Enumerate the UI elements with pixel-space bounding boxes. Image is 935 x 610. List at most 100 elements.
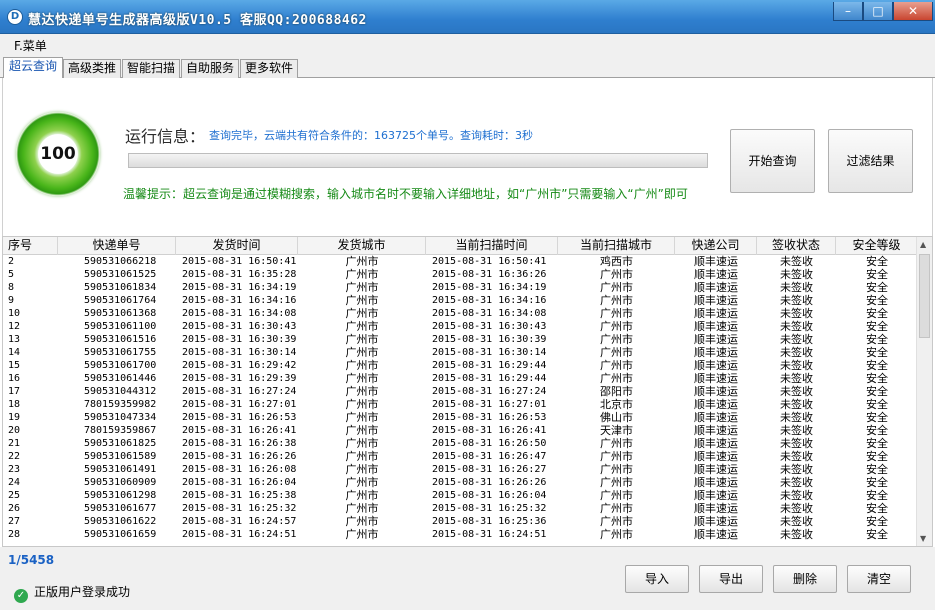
- table-row[interactable]: 28 590531061659 2015-08-31 16:24:51 广州市 2015…: [3, 528, 918, 541]
- tab-self-service[interactable]: 自助服务: [181, 59, 239, 78]
- table-row[interactable]: 23 590531061491 2015-08-31 16:26:08 广州市 2015…: [3, 463, 918, 476]
- table-row[interactable]: 12 590531061100 2015-08-31 16:30:43 广州市 2015…: [3, 320, 918, 333]
- table-cell: 16: [8, 373, 21, 384]
- table-row[interactable]: 21 590531061825 2015-08-31 16:26:38 广州市 2015…: [3, 437, 918, 450]
- table-cell: 安全: [866, 515, 888, 528]
- table-cell: 广州市: [345, 463, 379, 476]
- column-header[interactable]: 当前扫描时间: [426, 237, 558, 255]
- filter-results-button[interactable]: 过滤结果: [828, 129, 913, 193]
- table-row[interactable]: 22 590531061589 2015-08-31 16:26:26 广州市 2015…: [3, 450, 918, 463]
- start-query-button[interactable]: 开始查询: [730, 129, 815, 193]
- table-row[interactable]: 14 590531061755 2015-08-31 16:30:14 广州市 2015…: [3, 346, 918, 359]
- scroll-thumb[interactable]: [919, 254, 930, 338]
- table-cell: 2015-08-31 16:29:44: [432, 360, 547, 371]
- table-row[interactable]: 20 780159359867 2015-08-31 16:26:41 广州市 2015…: [3, 424, 918, 437]
- table-cell: 590531060909: [84, 477, 157, 488]
- table-cell: 未签收: [780, 411, 813, 424]
- tab-smart-scan[interactable]: 智能扫描: [122, 59, 180, 78]
- table-cell: 北京市: [600, 398, 633, 411]
- table-cell: 广州市: [345, 411, 379, 424]
- column-header[interactable]: 安全等级: [836, 237, 918, 255]
- table-cell: 邵阳市: [600, 385, 633, 398]
- table-row[interactable]: 10 590531061368 2015-08-31 16:34:08 广州市 2015…: [3, 307, 918, 320]
- maximize-button[interactable]: □: [863, 2, 893, 21]
- tab-cloud-query[interactable]: 超云查询: [3, 57, 63, 79]
- table-cell: 25: [8, 490, 21, 501]
- table-cell: 未签收: [780, 333, 813, 346]
- table-cell: 广州市: [600, 333, 633, 346]
- progress-fill: [129, 154, 707, 167]
- table-row[interactable]: 15 590531061700 2015-08-31 16:29:42 广州市 2015…: [3, 359, 918, 372]
- column-header[interactable]: 序号: [3, 237, 58, 255]
- table-cell: 未签收: [780, 294, 813, 307]
- table-cell: 广州市: [600, 307, 633, 320]
- export-button[interactable]: 导出: [699, 565, 763, 593]
- table-cell: 鸡西市: [600, 255, 633, 268]
- results-table[interactable]: 序号 快递单号 发货时间 发货城市 当前扫描时间 当前扫描城市 快递公司 签收状态 安全等级 2…: [2, 236, 933, 547]
- table-cell: 顺丰速运: [694, 528, 738, 541]
- table-cell: 广州市: [600, 515, 633, 528]
- table-cell: 未签收: [780, 528, 813, 541]
- table-row[interactable]: 27 590531061622 2015-08-31 16:24:57 广州市 2015…: [3, 515, 918, 528]
- table-cell: 2015-08-31 16:24:51: [432, 529, 547, 540]
- table-cell: 2015-08-31 16:34:19: [182, 282, 297, 293]
- table-row[interactable]: 13 590531061516 2015-08-31 16:30:39 广州市 2015…: [3, 333, 918, 346]
- table-row[interactable]: 25 590531061298 2015-08-31 16:25:38 广州市 2015…: [3, 489, 918, 502]
- table-cell: 2015-08-31 16:29:39: [182, 373, 297, 384]
- table-row[interactable]: 8 590531061834 2015-08-31 16:34:19 广州市 2015-…: [3, 281, 918, 294]
- clear-button[interactable]: 清空: [847, 565, 911, 593]
- column-header[interactable]: 当前扫描城市: [558, 237, 675, 255]
- table-cell: 广州市: [345, 281, 379, 294]
- tab-advanced-inference[interactable]: 高级类推: [63, 59, 121, 78]
- column-header[interactable]: 快递公司: [675, 237, 757, 255]
- delete-button[interactable]: 删除: [773, 565, 837, 593]
- scroll-down-icon[interactable]: ▼: [920, 534, 926, 543]
- table-cell: 2015-08-31 16:26:04: [432, 490, 547, 501]
- query-panel: 100 运行信息： 查询完毕，云端共有符合条件的：163725个单号。查询耗时：…: [2, 78, 933, 236]
- import-button[interactable]: 导入: [625, 565, 689, 593]
- close-button[interactable]: ✕: [893, 2, 933, 21]
- table-row[interactable]: 24 590531060909 2015-08-31 16:26:04 广州市 2015…: [3, 476, 918, 489]
- column-header[interactable]: 发货城市: [298, 237, 426, 255]
- table-header: 序号 快递单号 发货时间 发货城市 当前扫描时间 当前扫描城市 快递公司 签收状态 安全等级: [3, 237, 918, 255]
- minimize-button[interactable]: –: [833, 2, 863, 21]
- table-cell: 未签收: [780, 398, 813, 411]
- table-cell: 顺丰速运: [694, 463, 738, 476]
- table-row[interactable]: 19 590531047334 2015-08-31 16:26:53 广州市 2015…: [3, 411, 918, 424]
- table-row[interactable]: 18 780159359982 2015-08-31 16:27:01 广州市 2015…: [3, 398, 918, 411]
- table-cell: 顺丰速运: [694, 346, 738, 359]
- table-cell: 27: [8, 516, 21, 527]
- table-row[interactable]: 9 590531061764 2015-08-31 16:34:16 广州市 2015-…: [3, 294, 918, 307]
- table-cell: 2015-08-31 16:26:04: [182, 477, 297, 488]
- tab-more-software[interactable]: 更多软件: [240, 59, 298, 78]
- table-cell: 广州市: [345, 398, 379, 411]
- table-row[interactable]: 16 590531061446 2015-08-31 16:29:39 广州市 2015…: [3, 372, 918, 385]
- table-cell: 广州市: [345, 359, 379, 372]
- column-header[interactable]: 快递单号: [58, 237, 176, 255]
- column-header[interactable]: 发货时间: [176, 237, 298, 255]
- table-cell: 安全: [866, 294, 888, 307]
- table-row[interactable]: 17 590531044312 2015-08-31 16:27:24 广州市 2015…: [3, 385, 918, 398]
- table-cell: 广州市: [600, 346, 633, 359]
- table-row[interactable]: 26 590531061677 2015-08-31 16:25:32 广州市 2015…: [3, 502, 918, 515]
- table-cell: 顺丰速运: [694, 268, 738, 281]
- menu-file[interactable]: F.菜单: [14, 37, 47, 54]
- table-cell: 广州市: [600, 281, 633, 294]
- table-cell: 安全: [866, 437, 888, 450]
- scroll-up-icon[interactable]: ▲: [920, 240, 926, 249]
- table-cell: 安全: [866, 255, 888, 268]
- table-cell: 广州市: [345, 333, 379, 346]
- column-header[interactable]: 签收状态: [757, 237, 836, 255]
- table-cell: 安全: [866, 450, 888, 463]
- table-cell: 17: [8, 386, 21, 397]
- title-bar[interactable]: D 慧达快递单号生成器高级版V10.5 客服QQ:200688462 – □ ✕: [0, 0, 935, 34]
- table-cell: 2015-08-31 16:50:41: [182, 256, 297, 267]
- table-row[interactable]: 5 590531061525 2015-08-31 16:35:28 广州市 2015-…: [3, 268, 918, 281]
- table-cell: 2015-08-31 16:29:42: [182, 360, 297, 371]
- table-row[interactable]: 2 590531066218 2015-08-31 16:50:41 广州市 2015-…: [3, 255, 918, 268]
- table-cell: 佛山市: [600, 411, 633, 424]
- table-cell: 2015-08-31 16:29:44: [432, 373, 547, 384]
- table-cell: 590531061100: [84, 321, 157, 332]
- bottom-bar: 1/5458 ✓ 正版用户登录成功 导入 导出 删除 清空: [0, 547, 935, 610]
- vertical-scrollbar[interactable]: ▲ ▼: [916, 237, 932, 546]
